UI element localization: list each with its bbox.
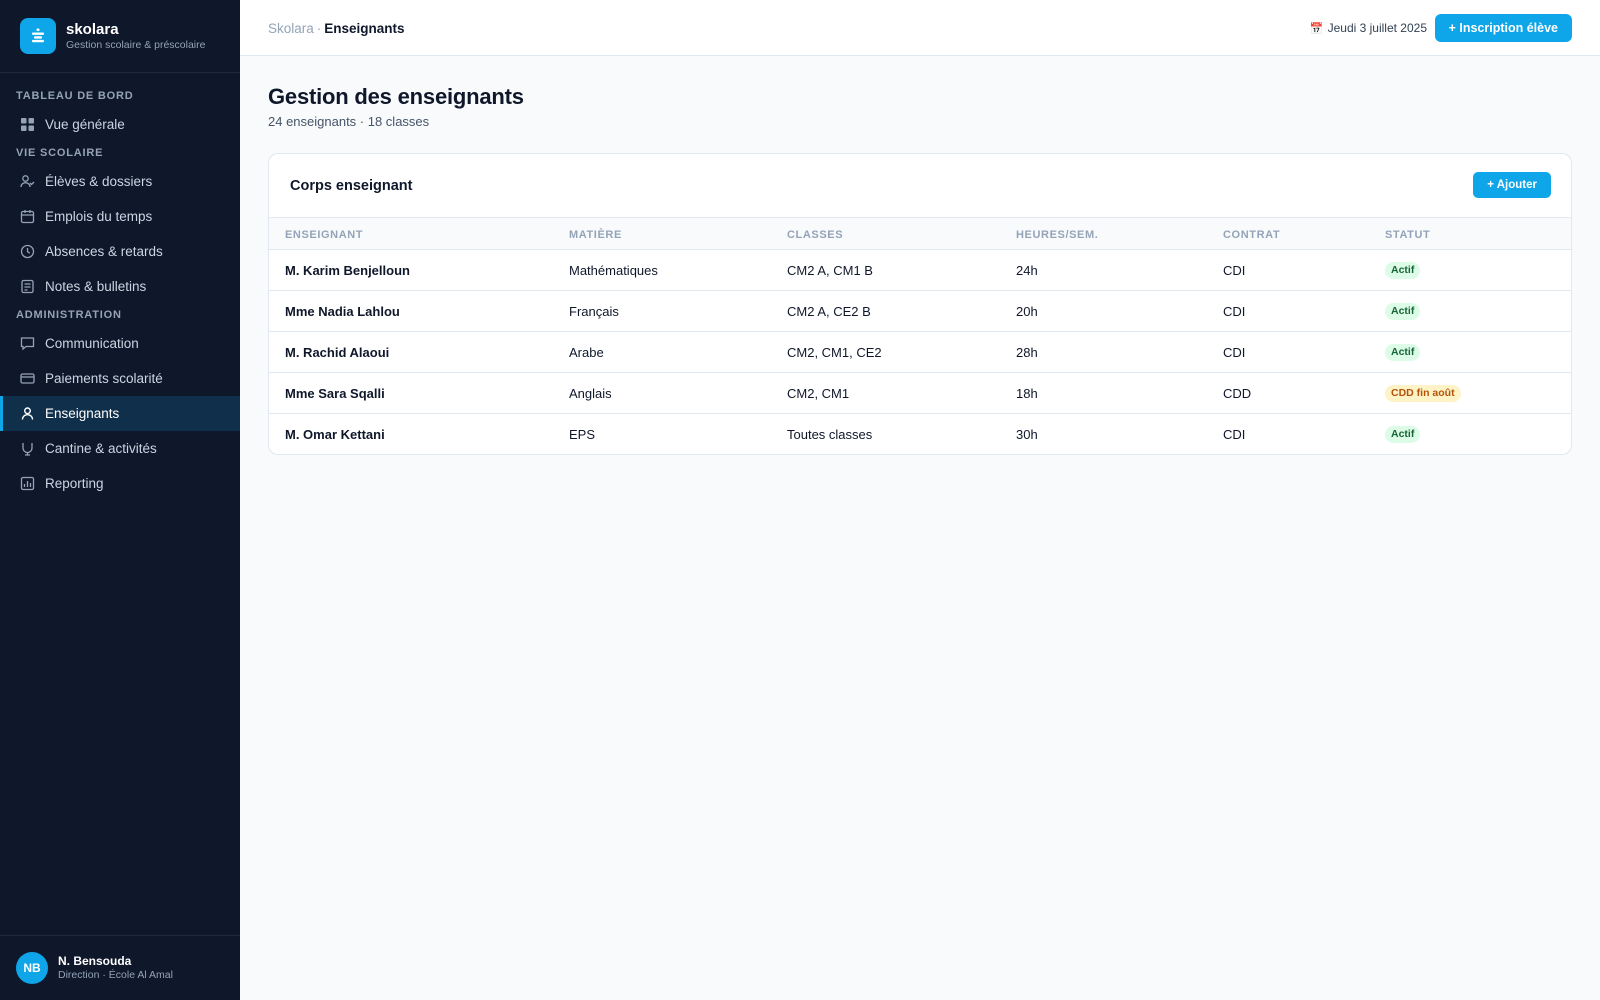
sidebar-item-label: Élèves & dossiers bbox=[45, 174, 153, 189]
sidebar-item-label: Cantine & activités bbox=[45, 441, 157, 456]
avatar: NB bbox=[16, 952, 48, 984]
calendar-emoji-icon: 📅 bbox=[1309, 23, 1324, 35]
sidebar-item-enseignants[interactable]: Enseignants bbox=[0, 396, 240, 431]
chat-icon bbox=[20, 336, 35, 351]
user-profile[interactable]: NB N. Bensouda Direction · École Al Amal bbox=[0, 935, 240, 1000]
breadcrumb-separator: · bbox=[316, 21, 322, 36]
logo-icon bbox=[20, 18, 56, 54]
breadcrumb-root[interactable]: Skolara bbox=[268, 21, 314, 36]
sidebar-item-absences[interactable]: Absences & retards bbox=[0, 234, 240, 269]
sidebar-item-label: Paiements scolarité bbox=[45, 371, 163, 386]
teacher-name: M. Rachid Alaoui bbox=[285, 345, 390, 360]
sidebar-item-label: Notes & bulletins bbox=[45, 279, 147, 294]
table-row[interactable]: Mme Sara Sqalli Anglais CM2, CM1 18h CDD… bbox=[269, 373, 1571, 414]
sidebar-item-label: Reporting bbox=[45, 476, 104, 491]
teacher-contract: CDI bbox=[1223, 304, 1246, 319]
breadcrumb: Skolara · Enseignants bbox=[268, 21, 405, 36]
teacher-subject: Français bbox=[569, 304, 619, 319]
teacher-subject: Anglais bbox=[569, 386, 612, 401]
column-header-contrat[interactable]: Contrat bbox=[1223, 229, 1280, 241]
teacher-classes: CM2 A, CM1 B bbox=[787, 263, 873, 278]
teacher-name: Mme Nadia Lahlou bbox=[285, 304, 400, 319]
teacher-name: Mme Sara Sqalli bbox=[285, 386, 385, 401]
sidebar-item-label: Enseignants bbox=[45, 406, 120, 421]
table-row[interactable]: M. Karim Benjelloun Mathématiques CM2 A,… bbox=[269, 250, 1571, 291]
sidebar-item-reporting[interactable]: Reporting bbox=[0, 466, 240, 501]
teacher-classes: Toutes classes bbox=[787, 427, 873, 442]
teacher-hours: 18h bbox=[1016, 386, 1038, 401]
column-header-classes[interactable]: Classes bbox=[787, 229, 843, 241]
sidebar-item-cantine[interactable]: Cantine & activités bbox=[0, 431, 240, 466]
sidebar-item-vue-generale[interactable]: Vue générale bbox=[0, 107, 240, 142]
teacher-classes: CM2, CM1 bbox=[787, 386, 850, 401]
status-badge: Actif bbox=[1385, 426, 1421, 443]
table-row[interactable]: M. Omar Kettani EPS Toutes classes 30h C… bbox=[269, 414, 1571, 454]
page-subtitle: 24 enseignants · 18 classes bbox=[268, 114, 430, 129]
user-check-icon bbox=[20, 174, 35, 189]
sidebar-item-communication[interactable]: Communication bbox=[0, 326, 240, 361]
brand-subtitle: Gestion scolaire & préscolaire bbox=[66, 38, 206, 51]
sidebar-item-notes[interactable]: Notes & bulletins bbox=[0, 269, 240, 304]
column-header-statut[interactable]: Statut bbox=[1385, 229, 1430, 241]
teacher-contract: CDI bbox=[1223, 263, 1246, 278]
teacher-subject: Mathématiques bbox=[569, 263, 658, 278]
teacher-classes: CM2, CM1, CE2 bbox=[787, 345, 882, 360]
teacher-name: M. Omar Kettani bbox=[285, 427, 385, 442]
user-icon bbox=[20, 406, 35, 421]
user-name: N. Bensouda bbox=[58, 954, 132, 968]
card-title: Corps enseignant bbox=[290, 178, 413, 194]
teacher-hours: 30h bbox=[1016, 427, 1038, 442]
sidebar-item-label: Absences & retards bbox=[45, 244, 163, 259]
section-tableau-de-bord: TABLEAU DE BORD bbox=[16, 90, 134, 102]
column-header-enseignant[interactable]: Enseignant bbox=[285, 229, 363, 241]
teacher-contract: CDI bbox=[1223, 427, 1246, 442]
table-row[interactable]: M. Rachid Alaoui Arabe CM2, CM1, CE2 28h… bbox=[269, 332, 1571, 373]
status-badge: Actif bbox=[1385, 303, 1421, 320]
clock-icon bbox=[20, 244, 35, 259]
sidebar-item-label: Communication bbox=[45, 336, 139, 351]
brand-name: skolara bbox=[66, 20, 119, 38]
section-vie-scolaire: VIE SCOLAIRE bbox=[16, 147, 104, 159]
status-badge: Actif bbox=[1385, 262, 1421, 279]
teacher-contract: CDI bbox=[1223, 345, 1246, 360]
date-text: Jeudi 3 juillet 2025 bbox=[1327, 21, 1427, 35]
user-role: Direction · École Al Amal bbox=[58, 969, 173, 981]
inscription-eleve-button[interactable]: + Inscription élève bbox=[1434, 14, 1572, 42]
sidebar-item-paiements[interactable]: Paiements scolarité bbox=[0, 361, 240, 396]
sidebar-item-eleves[interactable]: Élèves & dossiers bbox=[0, 164, 240, 199]
sidebar-item-emplois-du-temps[interactable]: Emplois du temps bbox=[0, 199, 240, 234]
column-header-heures[interactable]: Heures/sem. bbox=[1016, 229, 1098, 241]
teacher-hours: 20h bbox=[1016, 304, 1038, 319]
status-badge: Actif bbox=[1385, 344, 1421, 361]
add-teacher-button[interactable]: + Ajouter bbox=[1473, 172, 1551, 198]
cup-icon bbox=[20, 441, 35, 456]
current-date: 📅 Jeudi 3 juillet 2025 bbox=[1310, 21, 1427, 35]
column-header-matiere[interactable]: Matière bbox=[569, 229, 622, 241]
teacher-classes: CM2 A, CE2 B bbox=[787, 304, 871, 319]
grid-icon bbox=[20, 117, 35, 132]
teacher-name: M. Karim Benjelloun bbox=[285, 263, 410, 278]
teacher-contract: CDD bbox=[1223, 386, 1252, 401]
table-header: Enseignant Matière Classes Heures/sem. C… bbox=[269, 217, 1571, 250]
breadcrumb-current: Enseignants bbox=[324, 21, 405, 36]
page-title: Gestion des enseignants bbox=[268, 84, 524, 109]
document-icon bbox=[20, 279, 35, 294]
chart-icon bbox=[20, 476, 35, 491]
status-badge: CDD fin août bbox=[1385, 385, 1461, 402]
sidebar: skolara Gestion scolaire & préscolaire T… bbox=[0, 0, 240, 1000]
sidebar-item-label: Vue générale bbox=[45, 117, 125, 132]
section-administration: ADMINISTRATION bbox=[16, 309, 122, 321]
topbar: Skolara · Enseignants 📅 Jeudi 3 juillet 202… bbox=[240, 0, 1600, 56]
teachers-card: Corps enseignant + Ajouter Enseignant Ma… bbox=[268, 153, 1572, 455]
brand[interactable]: skolara Gestion scolaire & préscolaire bbox=[0, 0, 240, 73]
calendar-icon bbox=[20, 209, 35, 224]
table-row[interactable]: Mme Nadia Lahlou Français CM2 A, CE2 B 2… bbox=[269, 291, 1571, 332]
teacher-subject: EPS bbox=[569, 427, 596, 442]
sidebar-item-label: Emplois du temps bbox=[45, 209, 153, 224]
credit-card-icon bbox=[20, 371, 35, 386]
teacher-subject: Arabe bbox=[569, 345, 604, 360]
teacher-hours: 28h bbox=[1016, 345, 1038, 360]
teacher-hours: 24h bbox=[1016, 263, 1038, 278]
